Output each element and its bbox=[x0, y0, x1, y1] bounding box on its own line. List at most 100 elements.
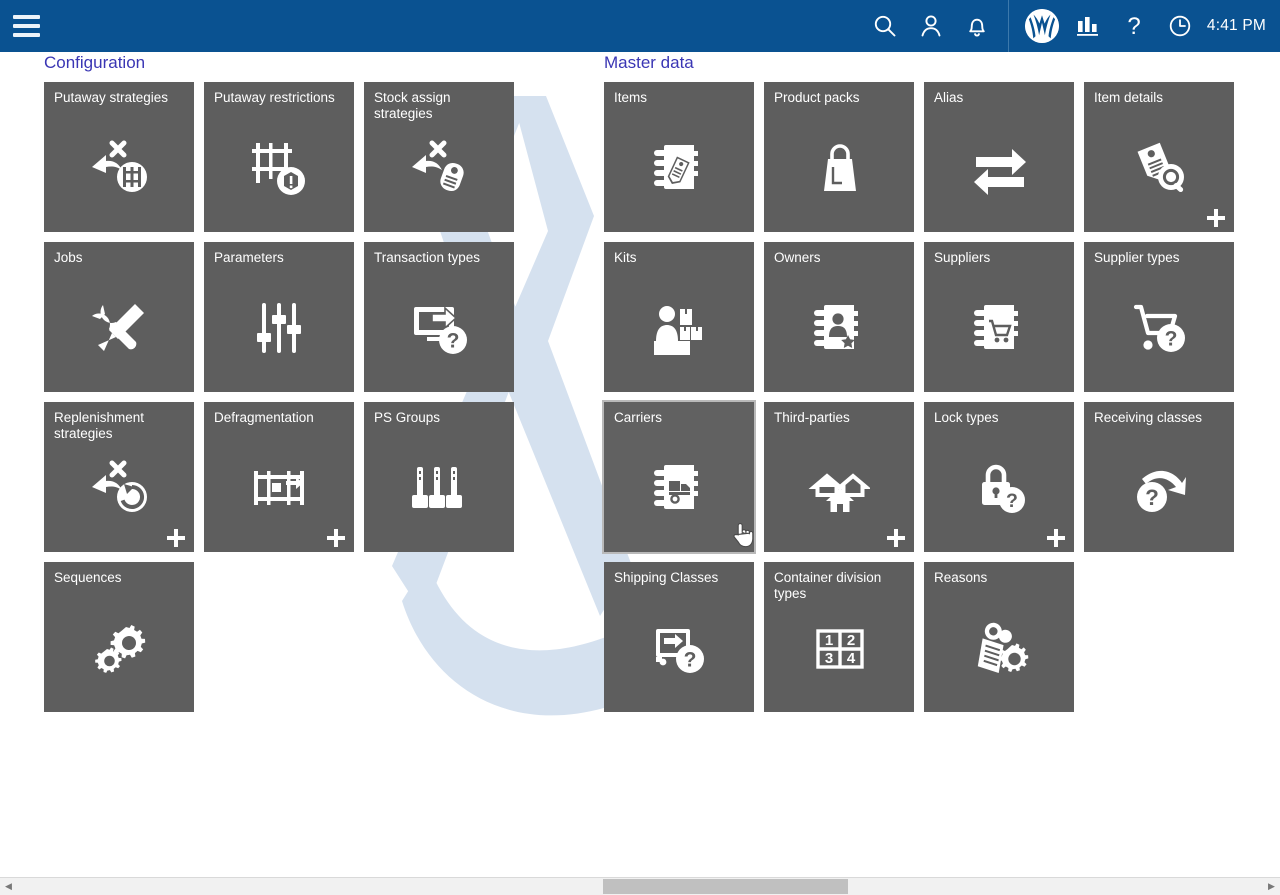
scrollbar-track[interactable] bbox=[17, 878, 1263, 895]
tile-label: Container division types bbox=[774, 570, 906, 601]
tile-reasons[interactable]: Reasons bbox=[924, 562, 1074, 712]
search-icon[interactable] bbox=[862, 0, 908, 52]
receiving-class-icon: ? bbox=[1084, 448, 1234, 528]
svg-text:?: ? bbox=[1145, 485, 1159, 510]
putaway-restriction-icon bbox=[204, 128, 354, 208]
tile-container-division-types[interactable]: Container division types 12 34 bbox=[764, 562, 914, 712]
tile-parameters[interactable]: Parameters bbox=[204, 242, 354, 392]
tile-lock-types[interactable]: Lock types ? bbox=[924, 402, 1074, 552]
tile-grid-master-data: Items Product packs Alias Item details bbox=[604, 82, 1244, 722]
bag-icon bbox=[764, 128, 914, 208]
section-title-master-data: Master data bbox=[604, 52, 1244, 74]
current-time: 4:41 PM bbox=[1203, 17, 1280, 35]
add-new-plus-icon[interactable] bbox=[1047, 529, 1065, 547]
clock-icon[interactable] bbox=[1157, 0, 1203, 52]
tile-label: Defragmentation bbox=[214, 410, 346, 426]
tile-item-details[interactable]: Item details bbox=[1084, 82, 1234, 232]
tile-receiving-classes[interactable]: Receiving classes ? bbox=[1084, 402, 1234, 552]
tile-supplier-types[interactable]: Supplier types ? bbox=[1084, 242, 1234, 392]
putaway-strategy-icon bbox=[44, 128, 194, 208]
grid-1234-icon: 12 34 bbox=[764, 608, 914, 688]
tile-stock-assign-strategies[interactable]: Stock assign strategies bbox=[364, 82, 514, 232]
tile-label: Carriers bbox=[614, 410, 746, 426]
scroll-left-arrow[interactable]: ◀ bbox=[0, 878, 17, 895]
tile-label: Transaction types bbox=[374, 250, 506, 266]
lock-question-icon: ? bbox=[924, 448, 1074, 528]
tile-shipping-classes[interactable]: Shipping Classes ? bbox=[604, 562, 754, 712]
ps-groups-icon bbox=[364, 448, 514, 528]
hamburger-line bbox=[13, 24, 40, 28]
tile-label: Lock types bbox=[934, 410, 1066, 426]
tile-label: Parameters bbox=[214, 250, 346, 266]
tile-jobs[interactable]: Jobs bbox=[44, 242, 194, 392]
tile-third-parties[interactable]: Third-parties bbox=[764, 402, 914, 552]
tile-label: Item details bbox=[1094, 90, 1226, 106]
kits-icon bbox=[604, 288, 754, 368]
gears-icon bbox=[44, 608, 194, 688]
sliders-icon bbox=[204, 288, 354, 368]
svg-text:4: 4 bbox=[847, 650, 856, 667]
tile-items[interactable]: Items bbox=[604, 82, 754, 232]
scroll-right-arrow[interactable]: ▶ bbox=[1263, 878, 1280, 895]
replenishment-strategy-icon bbox=[44, 448, 194, 528]
third-parties-houses-icon bbox=[764, 448, 914, 528]
tile-label: Jobs bbox=[54, 250, 186, 266]
cart-question-icon: ? bbox=[1084, 288, 1234, 368]
svg-text:?: ? bbox=[1006, 490, 1018, 512]
section-master-data: Master data Items Product packs Alias It… bbox=[598, 52, 1244, 722]
mecalux-m-logo-icon[interactable] bbox=[1025, 9, 1059, 43]
item-details-tag-search-icon bbox=[1084, 128, 1234, 208]
add-new-plus-icon[interactable] bbox=[327, 529, 345, 547]
tile-product-packs[interactable]: Product packs bbox=[764, 82, 914, 232]
page-content: Configuration Putaway strategies Putaway… bbox=[0, 52, 1280, 862]
hamburger-line bbox=[13, 33, 40, 37]
defragmentation-icon bbox=[204, 448, 354, 528]
tile-label: Kits bbox=[614, 250, 746, 266]
tile-label: Third-parties bbox=[774, 410, 906, 426]
tile-suppliers[interactable]: Suppliers bbox=[924, 242, 1074, 392]
tile-replenishment-strategies[interactable]: Replenishment strategies bbox=[44, 402, 194, 552]
add-new-plus-icon[interactable] bbox=[167, 529, 185, 547]
tile-label: Suppliers bbox=[934, 250, 1066, 266]
bar-chart-icon[interactable] bbox=[1065, 0, 1111, 52]
question-mark-icon[interactable]: ? bbox=[1111, 0, 1157, 52]
tile-label: Items bbox=[614, 90, 746, 106]
tile-defragmentation[interactable]: Defragmentation bbox=[204, 402, 354, 552]
exchange-arrows-icon bbox=[924, 128, 1074, 208]
tile-carriers[interactable]: Carriers bbox=[604, 402, 754, 552]
tile-label: Supplier types bbox=[1094, 250, 1226, 266]
app-header-bar: ? 4:41 PM bbox=[0, 0, 1280, 52]
user-icon[interactable] bbox=[908, 0, 954, 52]
bell-icon[interactable] bbox=[954, 0, 1000, 52]
hamburger-menu-icon[interactable] bbox=[0, 0, 52, 52]
tile-label: Shipping Classes bbox=[614, 570, 746, 586]
items-book-icon bbox=[604, 128, 754, 208]
tile-alias[interactable]: Alias bbox=[924, 82, 1074, 232]
tile-transaction-types[interactable]: Transaction types ? bbox=[364, 242, 514, 392]
owners-book-icon bbox=[764, 288, 914, 368]
tile-sequences[interactable]: Sequences bbox=[44, 562, 194, 712]
section-configuration: Configuration Putaway strategies Putaway… bbox=[38, 52, 524, 722]
tile-putaway-restrictions[interactable]: Putaway restrictions bbox=[204, 82, 354, 232]
tile-label: Sequences bbox=[54, 570, 186, 586]
tools-icon bbox=[44, 288, 194, 368]
tile-label: Reasons bbox=[934, 570, 1066, 586]
tile-label: Stock assign strategies bbox=[374, 90, 506, 121]
svg-text:1: 1 bbox=[825, 632, 833, 649]
svg-text:?: ? bbox=[447, 329, 460, 352]
tile-putaway-strategies[interactable]: Putaway strategies bbox=[44, 82, 194, 232]
tile-ps-groups[interactable]: PS Groups bbox=[364, 402, 514, 552]
header-icon-group: ? 4:41 PM bbox=[862, 0, 1280, 52]
add-new-plus-icon[interactable] bbox=[1207, 209, 1225, 227]
scrollbar-thumb[interactable] bbox=[603, 879, 848, 894]
tile-owners[interactable]: Owners bbox=[764, 242, 914, 392]
svg-text:?: ? bbox=[1165, 327, 1178, 350]
tile-kits[interactable]: Kits bbox=[604, 242, 754, 392]
tile-label: PS Groups bbox=[374, 410, 506, 426]
add-new-plus-icon[interactable] bbox=[887, 529, 905, 547]
tile-label: Putaway restrictions bbox=[214, 90, 346, 106]
tile-label: Putaway strategies bbox=[54, 90, 186, 106]
tile-grid-configuration: Putaway strategies Putaway restrictions … bbox=[44, 82, 524, 722]
transaction-type-icon: ? bbox=[364, 288, 514, 368]
horizontal-scrollbar[interactable]: ◀ ▶ bbox=[0, 877, 1280, 895]
